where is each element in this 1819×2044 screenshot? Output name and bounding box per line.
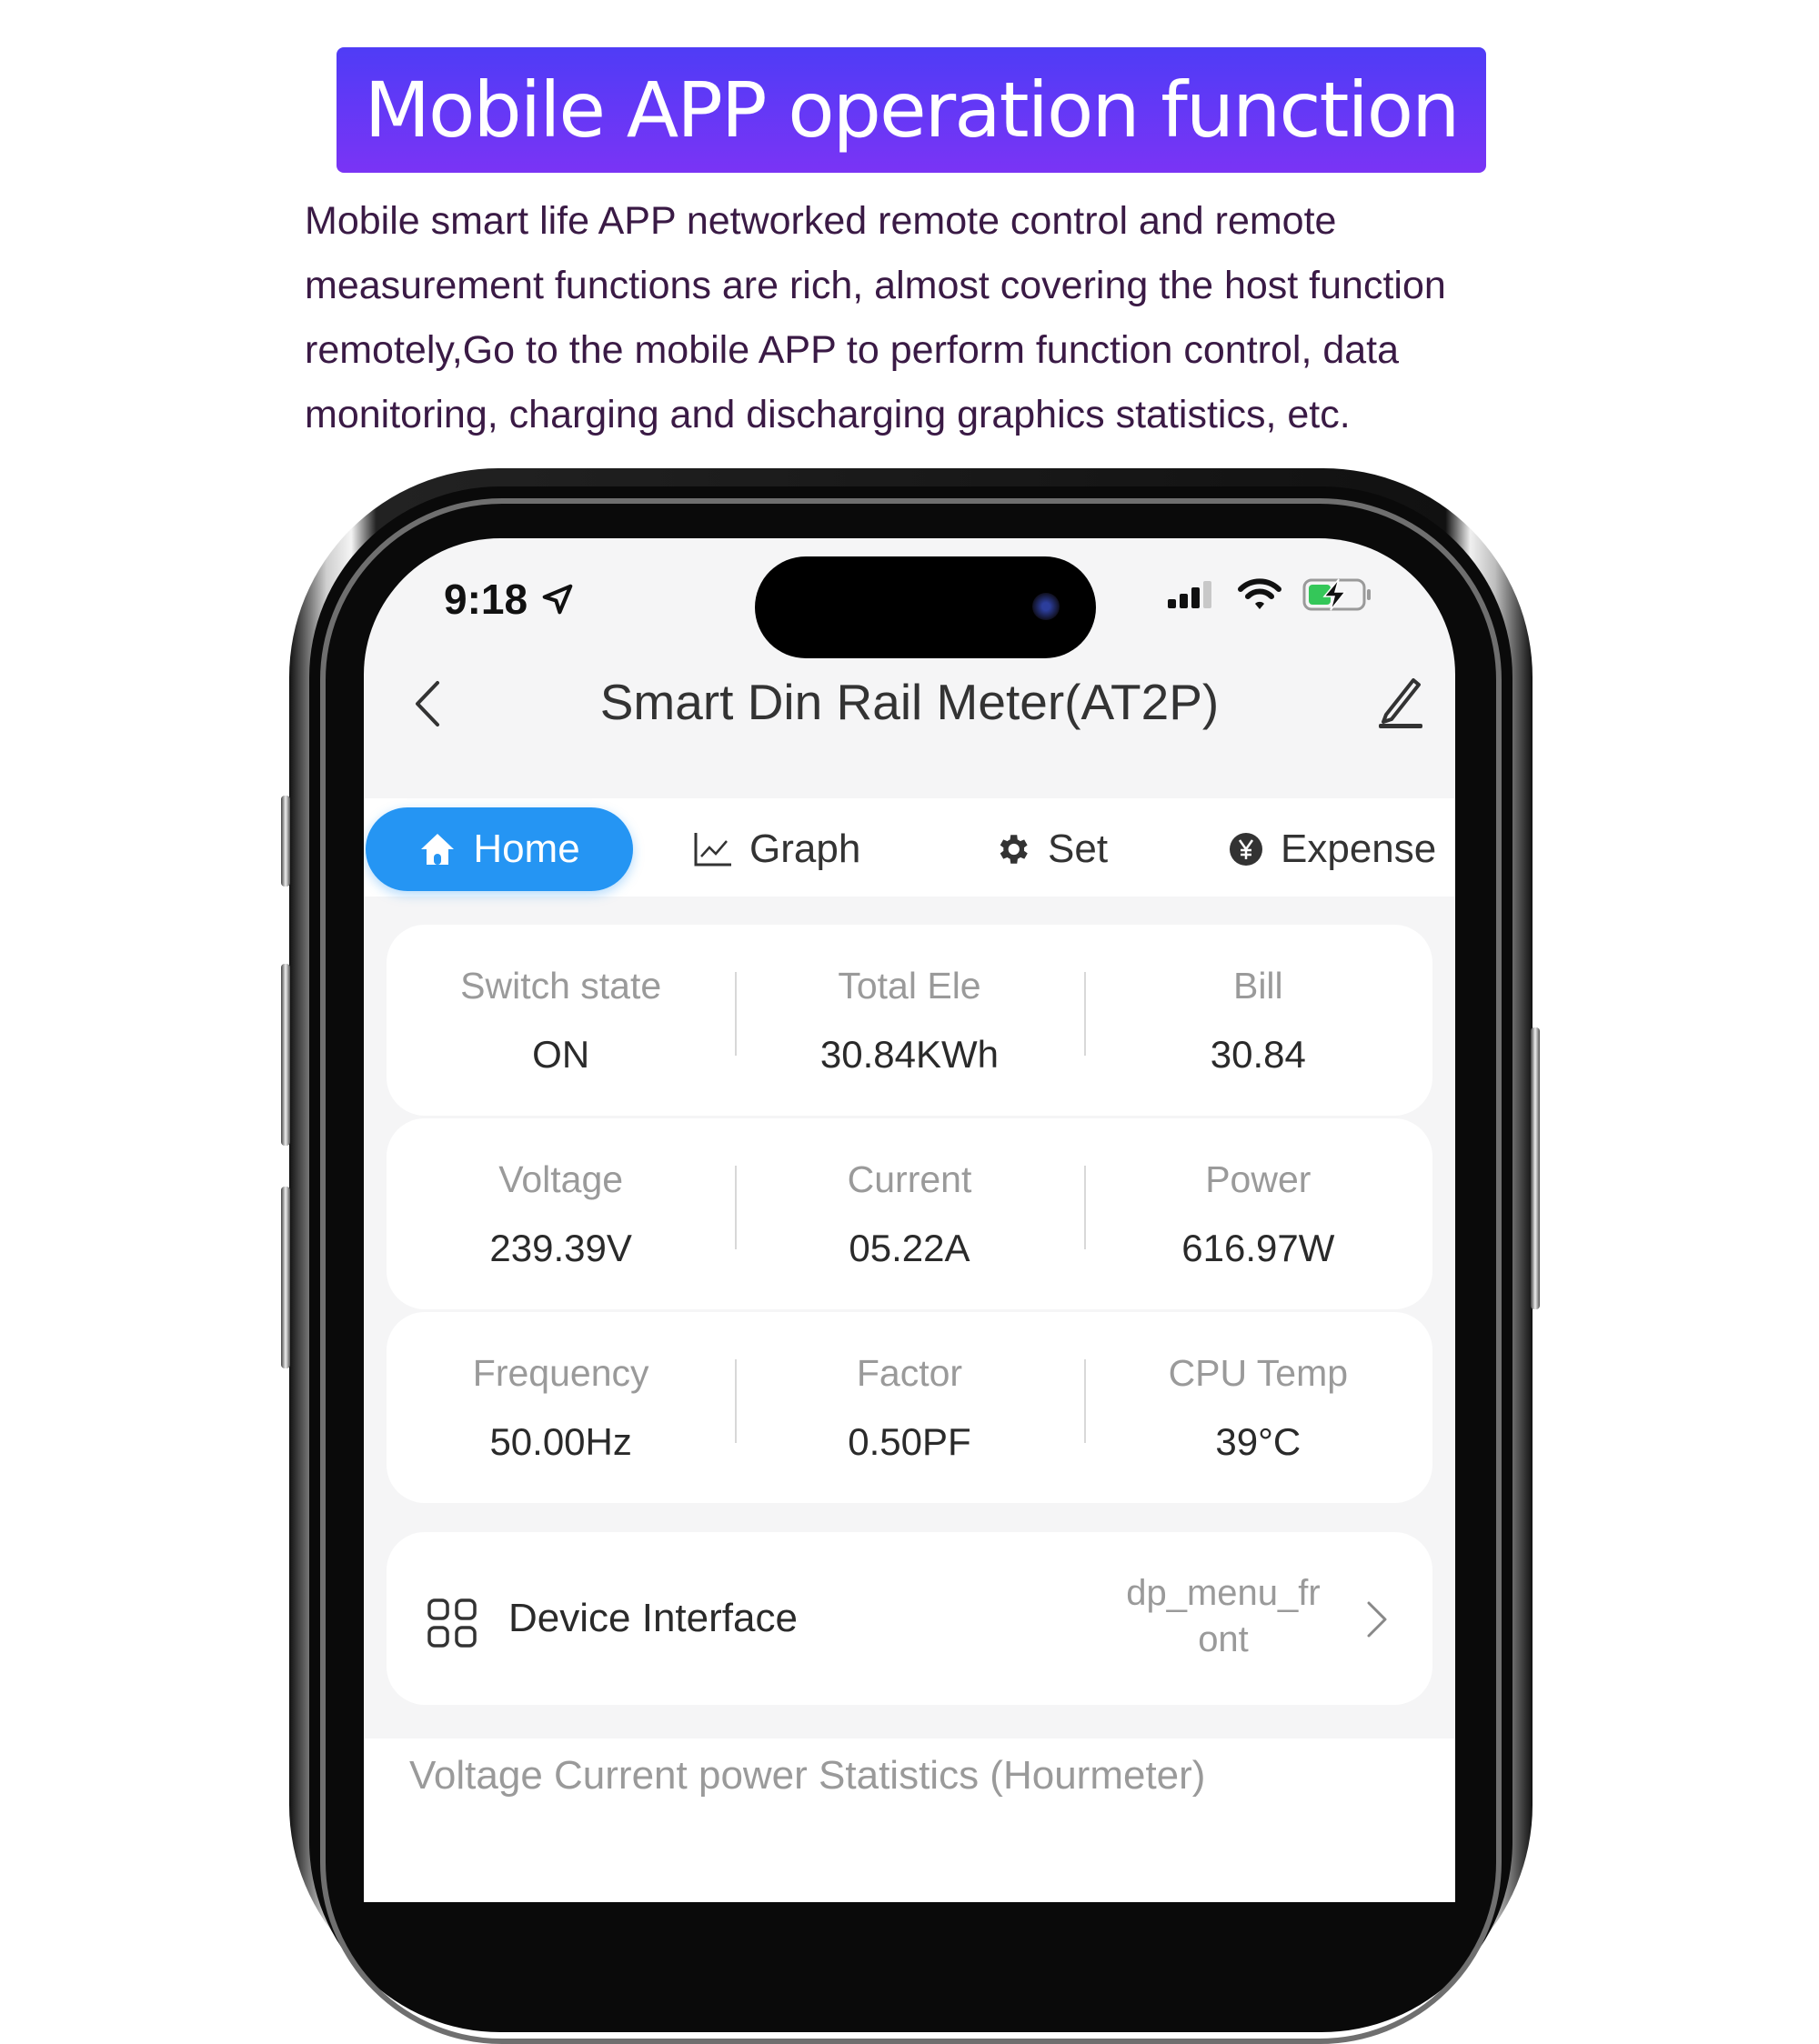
phone-screen: 9:18 Smart Din Rail Meter(AT2P) Home Gra… (364, 538, 1455, 1902)
chevron-left-icon (416, 681, 439, 726)
metrics-card: Frequency 50.00Hz Factor 0.50PF CPU Temp 39… (387, 1312, 1432, 1503)
metric-label: Bill (1232, 964, 1283, 1007)
tab-graph[interactable]: Graph (693, 807, 860, 891)
status-time: 9:18 (444, 575, 575, 624)
metrics-card: Switch state ON Total Ele 30.84KWh Bill 30.… (387, 925, 1432, 1116)
device-interface-row[interactable]: Device Interface dp_menu_fr ont (387, 1532, 1432, 1705)
feature-banner: Mobile APP operation function (337, 47, 1486, 173)
tab-label: Set (1048, 827, 1109, 871)
metric-cpu-temp: CPU Temp 39°C (1083, 1351, 1432, 1464)
power-button (1531, 1027, 1540, 1309)
metric-voltage: Voltage 239.39V (387, 1158, 735, 1270)
page-title: Smart Din Rail Meter(AT2P) (599, 674, 1220, 730)
yen-coin-icon (1230, 833, 1262, 866)
back-button[interactable] (400, 676, 455, 731)
wifi-icon (1238, 578, 1281, 609)
stats-title: Voltage Current power Statistics (Hourme… (409, 1753, 1206, 1798)
tab-set[interactable]: Set (993, 807, 1108, 891)
intro-line: remotely,Go to the mobile APP to perform… (305, 328, 1400, 372)
metric-factor: Factor 0.50PF (735, 1352, 1083, 1464)
intro-line: monitoring, charging and discharging gra… (305, 393, 1351, 436)
status-indicators (1166, 577, 1373, 612)
pencil-icon (1379, 678, 1422, 728)
battery-charging-icon (1302, 578, 1371, 611)
camera-icon (1032, 593, 1060, 620)
edit-button[interactable] (1373, 673, 1428, 731)
cellular-signal-icon (1168, 581, 1211, 608)
metric-value: 39°C (1215, 1419, 1301, 1463)
banner-title: Mobile APP operation function (364, 65, 1461, 155)
device-interface-label: Device Interface (508, 1596, 798, 1640)
volume-down-button (281, 1187, 290, 1368)
metric-label: Switch state (460, 964, 662, 1007)
metric-label: Voltage (498, 1157, 624, 1200)
status-time-text: 9:18 (444, 576, 528, 623)
metric-value: 30.84KWh (819, 1032, 1000, 1076)
metric-current: Current 05.22A (735, 1158, 1083, 1270)
gear-icon (1000, 835, 1028, 864)
grid-icon (427, 1598, 477, 1648)
tab-label: Graph (749, 827, 861, 871)
location-arrow-icon (542, 584, 573, 615)
metric-value: ON (532, 1032, 590, 1076)
intro-paragraph: Mobile smart life APP networked remote c… (305, 189, 1542, 447)
metric-value: 0.50PF (848, 1419, 971, 1463)
metric-value: 30.84 (1210, 1032, 1306, 1076)
tab-label: Home (473, 827, 580, 871)
metric-power: Power 616.97W (1083, 1157, 1432, 1270)
chevron-right-icon (1367, 1601, 1387, 1638)
tab-home[interactable]: Home (366, 807, 633, 891)
metric-value: 239.39V (489, 1226, 632, 1269)
metric-total-ele: Total Ele 30.84KWh (735, 965, 1083, 1077)
metric-value: 05.22A (849, 1226, 970, 1269)
metrics-card: Voltage 239.39V Current 05.22A Power 616.97… (387, 1118, 1432, 1309)
home-icon (421, 834, 455, 865)
action-button (281, 796, 290, 887)
device-interface-value: dp_menu_fr ont (1114, 1570, 1332, 1663)
metric-bill: Bill 30.84 (1083, 964, 1432, 1077)
tab-label: Expense (1281, 827, 1437, 871)
metric-value: 616.97W (1181, 1226, 1335, 1269)
metric-label: Factor (856, 1351, 963, 1394)
metric-label: Current (847, 1157, 972, 1200)
metric-label: Frequency (472, 1351, 649, 1394)
nav-header: Smart Din Rail Meter(AT2P) (364, 638, 1455, 766)
line-chart-icon (694, 833, 731, 867)
intro-line: Mobile smart life APP networked remote c… (305, 199, 1337, 243)
tab-bar: Home Graph Set Expense (364, 798, 1455, 897)
volume-up-button (281, 964, 290, 1146)
intro-line: measurement functions are rich, almost c… (305, 264, 1446, 307)
device-interface-value-line: ont (1198, 1619, 1249, 1659)
device-interface-value-line: dp_menu_fr (1126, 1573, 1321, 1613)
metric-label: Total Ele (838, 964, 981, 1007)
metric-switch-state: Switch state ON (387, 965, 735, 1077)
metric-label: CPU Temp (1168, 1351, 1349, 1394)
metric-label: Power (1205, 1157, 1311, 1200)
tab-expense[interactable]: Expense (1228, 807, 1436, 891)
metric-frequency: Frequency 50.00Hz (387, 1352, 735, 1464)
metric-value: 50.00Hz (489, 1419, 632, 1463)
